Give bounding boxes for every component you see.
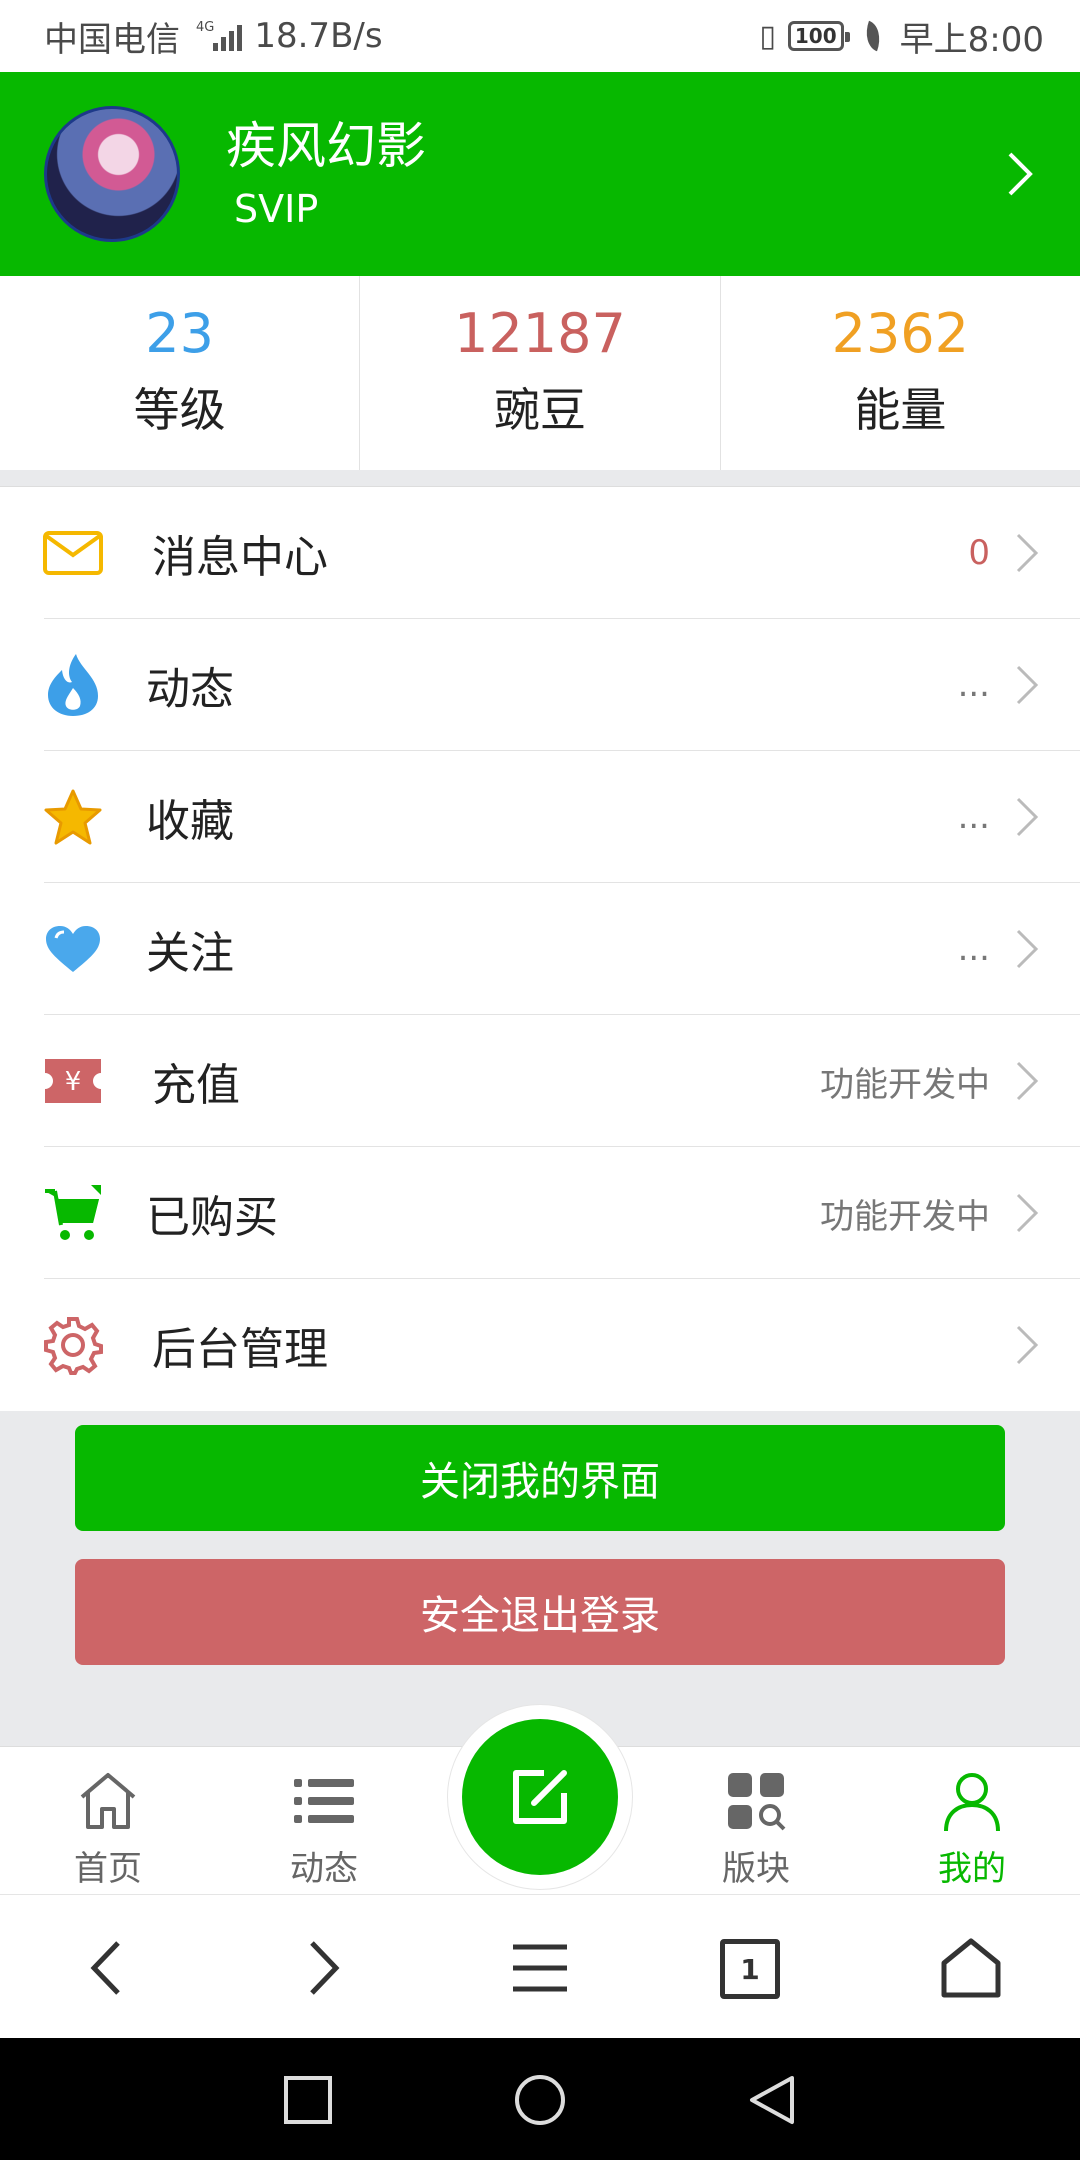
avatar[interactable]	[44, 106, 180, 242]
menu-item-purchased[interactable]: 已购买 功能开发中	[0, 1147, 1080, 1279]
vip-badge: SVIP	[234, 187, 319, 231]
mail-icon	[42, 522, 104, 584]
clock: 早上8:00	[899, 19, 1044, 60]
menu-item-label: 后台管理	[152, 1324, 328, 1375]
svg-text:¥: ¥	[65, 1067, 82, 1097]
battery-level: 100	[794, 24, 837, 48]
vibrate-icon: ▯	[759, 18, 776, 54]
stat-level[interactable]: 23 等级	[0, 276, 361, 470]
heart-icon	[42, 918, 104, 980]
battery-icon: 100	[787, 21, 850, 51]
menu-item-value: 功能开发中	[820, 1064, 990, 1105]
profile-header[interactable]: 疾风幻影 SVIP	[0, 72, 1080, 276]
gear-icon	[42, 1314, 104, 1376]
menu-item-messages[interactable]: 消息中心 0	[0, 487, 1080, 619]
menu-item-value: ...	[957, 797, 990, 837]
menu-item-label: 收藏	[146, 796, 234, 847]
menu-list: 消息中心 0 动态 ... 收藏 ... 关注 ... ¥ 充值 功能开发中 已…	[0, 486, 1080, 1411]
menu-item-following[interactable]: 关注 ...	[0, 883, 1080, 1015]
back-triangle-icon[interactable]	[744, 2072, 800, 2128]
stat-value: 12187	[454, 302, 626, 365]
menu-icon[interactable]	[505, 1933, 575, 2003]
menu-item-favorites[interactable]: 收藏 ...	[0, 751, 1080, 883]
signal-icon: 4G	[196, 20, 243, 51]
yen-ticket-icon: ¥	[42, 1050, 104, 1112]
recent-apps-icon[interactable]	[280, 2072, 336, 2128]
profile-info: 疾风幻影 SVIP	[226, 114, 426, 234]
menu-item-label: 充值	[152, 1060, 240, 1111]
menu-item-feed[interactable]: 动态 ...	[0, 619, 1080, 751]
stat-value: 23	[145, 302, 215, 365]
menu-item-value: ...	[957, 665, 990, 705]
user-icon	[944, 1773, 1000, 1832]
stat-value: 2362	[831, 302, 970, 365]
leaf-icon	[859, 20, 886, 52]
menu-item-label: 动态	[146, 664, 234, 715]
tab-label: 动态	[290, 1849, 358, 1889]
grid-search-icon	[728, 1773, 786, 1831]
tab-count: 1	[740, 1952, 760, 1986]
status-right: ▯ 100 早上8:00	[759, 12, 1044, 61]
menu-item-label: 消息中心	[152, 532, 328, 583]
menu-item-label: 关注	[146, 928, 234, 979]
tab-feed[interactable]: 动态	[244, 1747, 404, 1895]
cart-icon	[42, 1182, 104, 1244]
logout-button[interactable]: 安全退出登录	[75, 1559, 1005, 1665]
home-icon	[80, 1773, 136, 1829]
close-my-page-button[interactable]: 关闭我的界面	[75, 1425, 1005, 1531]
home-circle-icon[interactable]	[512, 2072, 568, 2128]
tab-boards[interactable]: 版块	[676, 1747, 836, 1895]
chevron-right-icon	[1016, 797, 1039, 837]
chevron-right-icon	[1016, 665, 1039, 705]
tab-me[interactable]: 我的	[892, 1747, 1052, 1895]
browser-nav-bar: 1	[0, 1894, 1080, 2038]
home-outline-icon[interactable]	[936, 1933, 1006, 2003]
stat-label: 等级	[133, 383, 226, 437]
chevron-right-icon	[1016, 929, 1039, 969]
tab-home[interactable]: 首页	[28, 1747, 188, 1895]
stats-panel: 23 等级 12187 豌豆 2362 能量	[0, 276, 1080, 470]
chevron-right-icon	[1016, 1061, 1039, 1101]
menu-item-value: ...	[957, 929, 990, 969]
chevron-right-icon[interactable]	[1002, 148, 1038, 200]
menu-item-recharge[interactable]: ¥ 充值 功能开发中	[0, 1015, 1080, 1147]
chevron-right-icon	[1016, 1193, 1039, 1233]
menu-item-value: 0	[968, 533, 990, 573]
compose-button[interactable]	[462, 1719, 618, 1875]
stat-label: 能量	[854, 383, 947, 437]
tab-label: 首页	[74, 1849, 142, 1889]
edit-icon	[513, 1770, 567, 1824]
menu-item-label: 已购买	[146, 1192, 278, 1243]
system-nav-bar	[0, 2038, 1080, 2160]
stat-energy[interactable]: 2362 能量	[721, 276, 1080, 470]
stat-peas[interactable]: 12187 豌豆	[360, 276, 721, 470]
star-icon	[42, 786, 104, 848]
chevron-right-icon	[1016, 1325, 1039, 1365]
forward-icon[interactable]	[286, 1933, 356, 2003]
network-type: 4G	[196, 20, 215, 35]
stat-label: 豌豆	[493, 383, 586, 437]
flame-icon	[42, 654, 104, 716]
user-name: 疾风幻影	[226, 117, 426, 175]
tab-label: 我的	[938, 1849, 1006, 1889]
carrier-name: 中国电信	[44, 19, 180, 60]
menu-item-admin[interactable]: 后台管理	[0, 1279, 1080, 1411]
tab-label: 版块	[722, 1849, 790, 1889]
status-bar: 中国电信 4G 18.7B/s ▯ 100 早上8:00	[0, 0, 1080, 72]
tabs-count-icon[interactable]: 1	[720, 1939, 780, 1999]
back-icon[interactable]	[74, 1933, 144, 2003]
list-icon	[294, 1779, 354, 1823]
network-speed: 18.7B/s	[254, 16, 383, 56]
menu-item-value: 功能开发中	[820, 1196, 990, 1237]
chevron-right-icon	[1016, 533, 1039, 573]
status-left: 中国电信 4G 18.7B/s	[44, 12, 383, 61]
